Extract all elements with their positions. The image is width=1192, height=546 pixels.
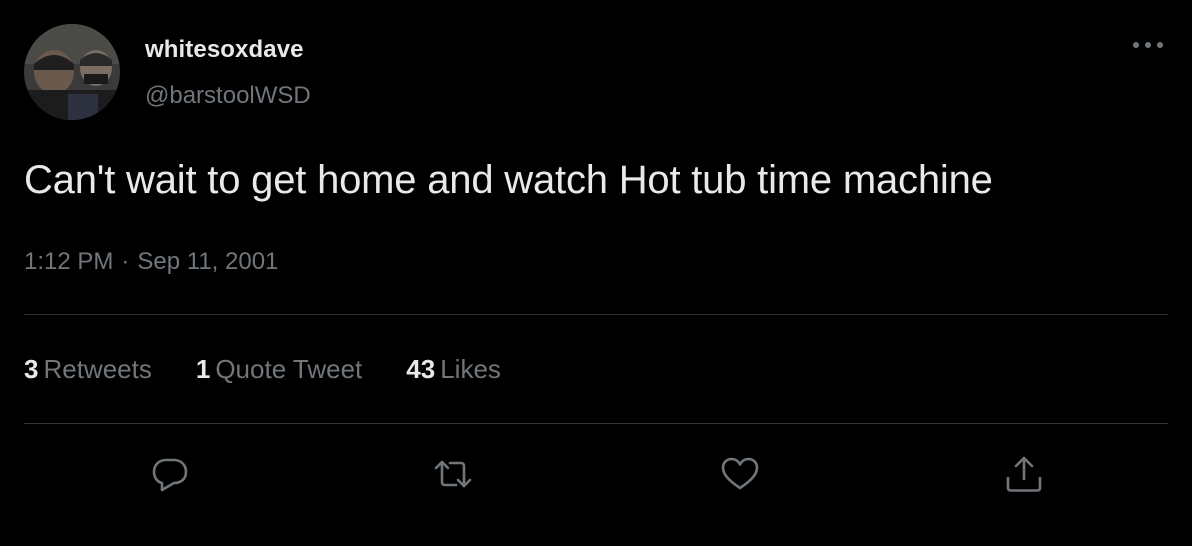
quotes-count: 1 bbox=[195, 354, 211, 384]
likes-label: Likes bbox=[440, 354, 501, 384]
retweets-label: Retweets bbox=[43, 354, 152, 384]
engagement-stats: 3 Retweets 1 Quote Tweet 43 Likes bbox=[24, 354, 545, 385]
tweet-text: Can't wait to get home and watch Hot tub… bbox=[24, 158, 993, 202]
avatar-photo bbox=[24, 24, 120, 120]
divider bbox=[24, 314, 1168, 315]
avatar[interactable] bbox=[24, 24, 120, 120]
display-name[interactable]: whitesoxdave bbox=[145, 36, 304, 64]
likes-count: 43 bbox=[406, 354, 436, 384]
likes-stat[interactable]: 43 Likes bbox=[406, 354, 501, 385]
tweet-time: 1:12 PM bbox=[24, 248, 114, 275]
divider bbox=[24, 423, 1168, 424]
reply-button[interactable] bbox=[148, 452, 192, 496]
quotes-label: Quote Tweet bbox=[215, 354, 363, 384]
share-button[interactable] bbox=[1002, 452, 1046, 496]
tweet-timestamp[interactable]: 1:12 PM · Sep 11, 2001 bbox=[24, 248, 278, 276]
user-handle[interactable]: @barstoolWSD bbox=[145, 82, 311, 110]
retweet-icon bbox=[434, 460, 472, 488]
retweets-stat[interactable]: 3 Retweets bbox=[24, 354, 152, 385]
like-button[interactable] bbox=[718, 452, 762, 496]
quote-tweets-stat[interactable]: 1 Quote Tweet bbox=[196, 354, 362, 385]
retweet-button[interactable] bbox=[431, 452, 475, 496]
meta-separator: · bbox=[121, 248, 130, 275]
tweet-card: whitesoxdave @barstoolWSD Can't wait to … bbox=[0, 0, 1192, 546]
reply-icon bbox=[152, 458, 188, 492]
share-icon bbox=[1006, 456, 1042, 492]
retweets-count: 3 bbox=[24, 354, 39, 384]
more-options-button[interactable] bbox=[1128, 30, 1168, 60]
more-icon bbox=[1133, 42, 1163, 48]
tweet-date: Sep 11, 2001 bbox=[137, 248, 279, 275]
heart-icon bbox=[721, 457, 759, 490]
